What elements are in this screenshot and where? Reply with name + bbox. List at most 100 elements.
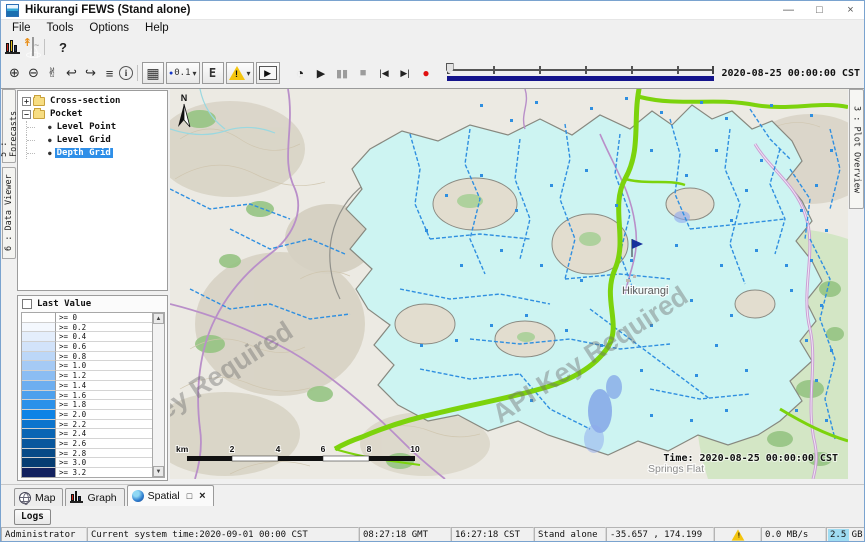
collapse-icon[interactable]: − <box>22 110 31 119</box>
legend-swatch <box>22 420 56 430</box>
legend-scrollbar[interactable]: ▲ ▼ <box>152 313 164 477</box>
legend-row[interactable]: >= 0.2 <box>22 323 152 333</box>
last-value-checkbox[interactable] <box>22 299 32 309</box>
zoom-out-icon[interactable]: ⊖ <box>24 63 43 83</box>
tab-maximize-icon[interactable]: □ <box>187 491 192 501</box>
tab-close-icon[interactable]: × <box>199 490 205 502</box>
tab-forecasts[interactable]: 5 : Forecasts <box>2 89 16 163</box>
menu-item[interactable]: Options <box>81 22 137 34</box>
legend-row[interactable]: >= 1.0 <box>22 361 152 371</box>
legend-row[interactable]: >= 3.0 <box>22 458 152 468</box>
menu-item[interactable]: Help <box>137 22 177 34</box>
legend-value-label: >= 0.2 <box>56 323 152 333</box>
spatial-map[interactable]: API Key Required API Key Required Hikura… <box>170 89 848 479</box>
expand-icon[interactable]: + <box>22 97 31 106</box>
legend-swatch <box>22 371 56 381</box>
tree-row-cross-section[interactable]: + Cross-section <box>18 95 167 107</box>
legend-row[interactable]: >= 2.2 <box>22 420 152 430</box>
svg-text:2: 2 <box>230 444 235 454</box>
data-viewer-panel: + Cross-section − Pocket ● Level Point ● <box>16 89 170 484</box>
animation-export-button[interactable]: ▶ <box>256 62 280 84</box>
status-user: Administrator <box>1 527 87 542</box>
legend-toggle-button[interactable]: E <box>202 62 224 84</box>
title-bar[interactable]: Hikurangi FEWS (Stand alone) — □ × <box>1 1 865 20</box>
playback-controls: ◔ ▶ ▮▮ ■ |◀ ▶| ● <box>290 63 437 83</box>
tree-row-pocket[interactable]: − Pocket <box>18 108 167 120</box>
stop-icon[interactable]: ■ <box>353 63 374 83</box>
scroll-up-icon[interactable]: ▲ <box>153 313 164 324</box>
maximize-button[interactable]: □ <box>804 1 835 19</box>
place-label-springs-flat: Springs Flat <box>648 463 704 475</box>
scroll-down-icon[interactable]: ▼ <box>153 466 164 477</box>
info-icon[interactable]: i <box>119 66 133 80</box>
layers-icon[interactable]: ≡ <box>100 63 119 83</box>
legend-value-label: >= 1.4 <box>56 381 152 391</box>
menu-item[interactable]: File <box>4 22 39 34</box>
legend-row[interactable]: >= 1.8 <box>22 400 152 410</box>
map-tab-icon <box>19 492 31 504</box>
zoom-next-icon[interactable]: ↪ <box>81 63 100 83</box>
legend-row[interactable]: >= 2.4 <box>22 429 152 439</box>
legend-swatch <box>22 458 56 468</box>
timeseries-dialog-icon[interactable]: ~↟ <box>32 38 34 56</box>
tree-row-level-point[interactable]: ● Level Point <box>18 121 167 133</box>
legend-value-label: >= 2.8 <box>56 449 152 459</box>
status-warning[interactable]: ! <box>714 527 761 542</box>
last-value-label: Last Value <box>37 299 91 309</box>
legend-value-label: >= 1.0 <box>56 361 152 371</box>
spatial-tab-icon <box>132 490 144 502</box>
label-threshold-dropdown[interactable]: ● 0.1 ▾ <box>166 62 200 84</box>
legend-swatch <box>22 400 56 410</box>
legend-row[interactable]: >= 0 <box>22 313 152 323</box>
tree-row-level-grid[interactable]: ● Level Grid <box>18 134 167 146</box>
logs-button[interactable]: Logs <box>14 509 51 525</box>
legend-row[interactable]: >= 0.8 <box>22 352 152 362</box>
legend-row[interactable]: >= 1.6 <box>22 391 152 401</box>
map-canvas[interactable]: API Key Required API Key Required Hikura… <box>170 89 848 479</box>
database-explorer-icon[interactable] <box>5 41 20 54</box>
legend-value-label: >= 0 <box>56 313 152 323</box>
window-title: Hikurangi FEWS (Stand alone) <box>25 4 190 16</box>
legend-row[interactable]: >= 3.2 <box>22 468 152 478</box>
help-icon[interactable]: ? <box>55 40 71 55</box>
step-back-icon[interactable]: |◀ <box>374 63 395 83</box>
legend-row[interactable]: >= 2.6 <box>22 439 152 449</box>
legend-value-label: >= 0.4 <box>56 332 152 342</box>
tab-data-viewer[interactable]: 6 : Data Viewer <box>2 167 16 259</box>
tab-graph[interactable]: Graph <box>65 488 124 506</box>
legend-row[interactable]: >= 1.4 <box>22 381 152 391</box>
map-time-label: Time: 2020-08-25 00:00:00 CST <box>663 452 838 464</box>
tree-row-depth-grid[interactable]: ● Depth Grid <box>18 147 167 159</box>
pause-icon[interactable]: ▮▮ <box>332 63 353 83</box>
zoom-in-icon[interactable]: ⊕ <box>5 63 24 83</box>
tab-map[interactable]: Map <box>14 488 63 506</box>
pan-icon[interactable]: ✌ <box>43 63 62 83</box>
dot-icon: ● <box>169 70 173 77</box>
step-forward-icon[interactable]: ▶| <box>395 63 416 83</box>
left-tab-strip: 5 : Forecasts 6 : Data Viewer <box>1 89 16 484</box>
time-span-bar <box>447 76 714 81</box>
record-icon[interactable]: ● <box>416 63 437 83</box>
svg-text:10: 10 <box>410 444 420 454</box>
animation-settings-icon[interactable]: ◔ <box>290 63 311 83</box>
svg-text:4: 4 <box>276 444 281 454</box>
legend-row[interactable]: >= 2.0 <box>22 410 152 420</box>
minimize-button[interactable]: — <box>773 1 804 19</box>
legend-row[interactable]: >= 0.4 <box>22 332 152 342</box>
menu-item[interactable]: Tools <box>39 22 82 34</box>
play-icon[interactable]: ▶ <box>311 63 332 83</box>
legend-row[interactable]: >= 1.2 <box>22 371 152 381</box>
legend-row[interactable]: >= 0.6 <box>22 342 152 352</box>
menu-bar: FileToolsOptionsHelp <box>1 20 865 36</box>
grid-toggle-button[interactable]: ▦ <box>142 62 164 84</box>
zoom-previous-icon[interactable]: ↩ <box>62 63 81 83</box>
warning-threshold-dropdown[interactable]: ! ▾ <box>226 62 254 84</box>
last-value-checkbox-row[interactable]: Last Value <box>18 296 167 311</box>
close-button[interactable]: × <box>835 1 865 19</box>
legend-value-label: >= 1.8 <box>56 400 152 410</box>
time-slider[interactable] <box>447 63 714 83</box>
legend-value-label: >= 1.2 <box>56 371 152 381</box>
legend-row[interactable]: >= 2.8 <box>22 449 152 459</box>
tab-spatial[interactable]: Spatial □ × <box>127 485 214 506</box>
tab-plot-overview[interactable]: 3 : Plot Overview <box>849 89 864 209</box>
